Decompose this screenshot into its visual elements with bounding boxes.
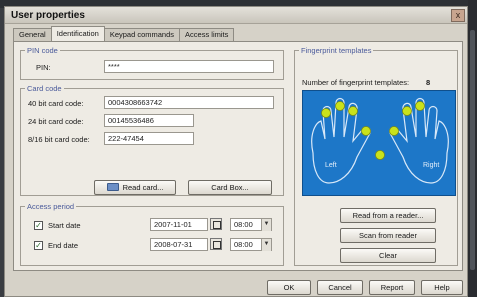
left-middle-finger-marker: [348, 106, 358, 116]
right-index-finger-marker: [402, 106, 412, 116]
card-816bit-input[interactable]: 222-47454: [104, 132, 194, 145]
start-date-input[interactable]: 2007-11-01: [150, 218, 208, 231]
title-bar: User properties x: [5, 7, 467, 24]
access-period-legend: Access period: [27, 202, 75, 211]
end-date-input[interactable]: 2008-07-31: [150, 238, 208, 251]
clear-fingerprints-button[interactable]: Clear: [340, 248, 436, 263]
ok-button[interactable]: OK: [267, 280, 311, 295]
fingerprint-count-label: Number of fingerprint templates:: [302, 78, 410, 87]
fingerprint-count-value: 8: [426, 78, 431, 87]
scrollbar-thumb[interactable]: [470, 30, 475, 270]
fingerprint-legend: Fingerprint templates: [301, 46, 372, 55]
user-properties-dialog: User properties x General Identification…: [4, 6, 468, 297]
help-button[interactable]: Help: [421, 280, 463, 295]
card-code-legend: Card code: [27, 84, 62, 93]
tab-identification[interactable]: Identification: [50, 26, 105, 41]
identification-panel: PIN code PIN: **** Card code 40 bit card…: [13, 41, 463, 271]
scan-from-reader-button[interactable]: Scan from reader: [340, 228, 436, 243]
read-card-button[interactable]: Read card...: [94, 180, 176, 195]
left-thumb-marker: [361, 126, 371, 136]
read-from-reader-button[interactable]: Read from a reader...: [340, 208, 436, 223]
tab-strip: General Identification Keypad commands A…: [13, 26, 235, 41]
right-hand-label: Right: [423, 162, 439, 169]
card-box-button[interactable]: Card Box...: [188, 180, 272, 195]
card-24bit-input[interactable]: 00145536486: [104, 114, 194, 127]
tab-general[interactable]: General: [13, 28, 52, 41]
card-24bit-label: 24 bit card code:: [28, 117, 84, 126]
card-reader-icon: [106, 183, 119, 191]
hands-svg: Left Right: [311, 97, 449, 184]
start-date-checkbox[interactable]: ✓: [34, 221, 43, 230]
card-40bit-input[interactable]: 0004308663742: [104, 96, 274, 109]
left-little-finger-marker: [321, 108, 331, 118]
left-index-finger-marker: [375, 150, 385, 160]
right-hand-outline: [389, 97, 449, 184]
pin-label: PIN:: [36, 63, 51, 72]
report-button[interactable]: Report: [369, 280, 415, 295]
pin-input[interactable]: ****: [104, 60, 274, 73]
tab-access-limits[interactable]: Access limits: [179, 28, 235, 41]
end-date-checkbox[interactable]: ✓: [34, 241, 43, 250]
start-date-label: Start date: [48, 221, 81, 230]
close-icon[interactable]: x: [451, 9, 465, 22]
card-40bit-label: 40 bit card code:: [28, 99, 84, 108]
tab-keypad-commands[interactable]: Keypad commands: [103, 28, 181, 41]
dialog-footer: OK Cancel Report Help: [5, 275, 467, 297]
start-time-chevron-down-icon[interactable]: ▼: [261, 219, 271, 231]
right-middle-finger-marker: [415, 101, 425, 111]
end-calendar-icon[interactable]: [210, 238, 222, 250]
pin-legend: PIN code: [27, 46, 58, 55]
read-card-label: Read card...: [122, 183, 164, 192]
end-time-chevron-down-icon[interactable]: ▼: [261, 239, 271, 251]
card-816bit-label: 8/16 bit card code:: [28, 135, 90, 144]
hands-diagram[interactable]: Left Right: [302, 90, 456, 196]
left-hand-outline: [311, 97, 371, 184]
start-calendar-icon[interactable]: [210, 218, 222, 230]
end-date-label: End date: [48, 241, 79, 250]
access-period-group: Access period: [20, 202, 284, 266]
window-title: User properties: [11, 10, 85, 21]
right-thumb-marker: [389, 126, 399, 136]
left-hand-label: Left: [325, 162, 337, 169]
cancel-button[interactable]: Cancel: [317, 280, 363, 295]
left-ring-finger-marker: [335, 101, 345, 111]
desktop-scrollbar[interactable]: [468, 0, 477, 297]
